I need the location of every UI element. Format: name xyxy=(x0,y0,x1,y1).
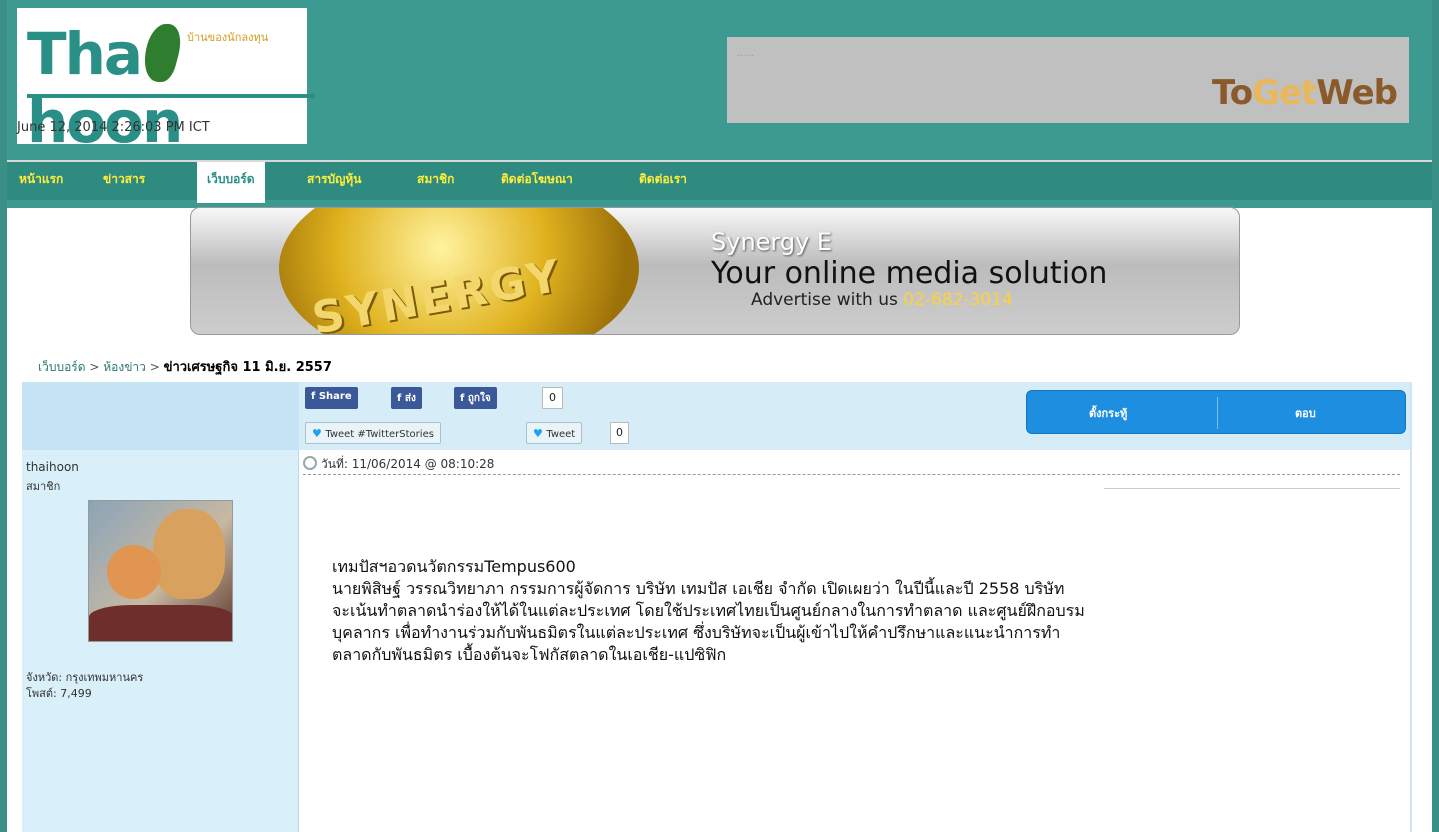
current-datetime: June 12, 2014 2:26:03 PM ICT xyxy=(17,120,210,135)
nav-item-stock-index[interactable]: สารบัญหุ้น xyxy=(307,170,361,189)
nav-item-news[interactable]: ข่าวสาร xyxy=(103,170,145,189)
post-toolbar: f Share f ส่ง f ถูกใจ 0 ♥ Tweet #Twitter… xyxy=(299,382,1410,450)
nav-strip: หน้าแรก ข่าวสาร เว็บบอร์ด สารบัญหุ้น สมา… xyxy=(7,160,1432,203)
leaf-icon xyxy=(137,24,187,82)
logo-tagline: บ้านของนักลงทุน xyxy=(187,31,269,44)
avatar-dog-shape xyxy=(153,509,225,599)
breadcrumb-newsroom-link[interactable]: ห้องข่าว xyxy=(103,360,146,374)
site-header: Thahoon บ้านของนักลงทุน June 12, 2014 2:… xyxy=(7,0,1432,156)
like-count: 0 xyxy=(542,387,563,409)
banner-advertisement[interactable]: SYNERGY Synergy E Your online media solu… xyxy=(190,207,1240,335)
tweet-stories-label: Tweet #TwitterStories xyxy=(325,429,434,440)
breadcrumb-current: ข่าวเศรษฐกิจ 11 มิ.ย. 2557 xyxy=(163,360,332,375)
ad-brand-b: Get xyxy=(1252,73,1317,113)
clock-icon xyxy=(303,456,317,470)
poster-role: สมาชิก xyxy=(26,480,61,493)
avatar-bed-shape xyxy=(89,605,232,641)
nav-item-contact[interactable]: ติดต่อเรา xyxy=(639,170,687,189)
avatar-cat-shape xyxy=(107,545,161,599)
tweet-count: 0 xyxy=(610,422,629,444)
facebook-like-button[interactable]: f ถูกใจ xyxy=(454,387,497,409)
breadcrumb-separator: > xyxy=(85,360,104,374)
post-date-text: วันที่: 11/06/2014 @ 08:10:28 xyxy=(321,457,495,471)
post-paragraph-line: จะเน้นทำตลาดนำร่องให้ได้ในแต่ละประเทศ โด… xyxy=(332,601,1085,620)
breadcrumb: เว็บบอร์ด > ห้องข่าว > ข่าวเศรษฐกิจ 11 ม… xyxy=(38,356,332,377)
ad-brand-c: Web xyxy=(1316,73,1398,113)
facebook-icon: f xyxy=(397,393,405,404)
like-label: ถูกใจ xyxy=(467,393,491,404)
facebook-icon: f xyxy=(311,391,319,402)
ad-brand-a: To xyxy=(1212,73,1253,113)
nav-item-home[interactable]: หน้าแรก xyxy=(19,170,63,189)
avatar xyxy=(88,500,233,642)
site-logo[interactable]: Thahoon บ้านของนักลงทุน June 12, 2014 2:… xyxy=(17,8,315,156)
banner-tagline: Your online media solution xyxy=(711,256,1108,291)
top-advertisement[interactable]: ...... ToGetWeb xyxy=(727,37,1409,123)
breadcrumb-webboard-link[interactable]: เว็บบอร์ด xyxy=(38,360,86,374)
poster-username[interactable]: thaihoon xyxy=(26,460,79,474)
nav-item-advertise[interactable]: ติดต่อโฆษณา xyxy=(501,170,573,189)
twitter-bird-icon: ♥ xyxy=(533,427,547,440)
tweet-stories-button[interactable]: ♥ Tweet #TwitterStories xyxy=(305,422,441,444)
facebook-icon: f xyxy=(460,393,468,404)
new-topic-button[interactable]: ตั้งกระทู้ xyxy=(1089,404,1127,422)
content-right-border xyxy=(1410,382,1412,832)
post-paragraph-line: ตลาดกับพันธมิตร เบื้องต้นจะโฟกัสตลาดในเอ… xyxy=(332,645,727,664)
send-label: ส่ง xyxy=(404,393,416,404)
logo-underline xyxy=(27,94,315,98)
nav-item-webboard[interactable]: เว็บบอร์ด xyxy=(197,162,265,203)
post-body: เทมปัสฯอวดนวัตกรรมTempus600 นายพิสิษฐ์ ว… xyxy=(332,556,1392,666)
post-date: วันที่: 11/06/2014 @ 08:10:28 xyxy=(303,455,494,474)
post-divider xyxy=(303,474,1400,475)
page-frame-right xyxy=(1432,0,1439,832)
banner-contact-prefix: Advertise with us xyxy=(751,290,904,310)
post-tools-line xyxy=(1104,488,1400,490)
post-action-bar: ตั้งกระทู้ ตอบ xyxy=(1026,390,1406,434)
facebook-share-button[interactable]: f Share xyxy=(305,387,358,409)
banner-contact: Advertise with us 02-682-3014 xyxy=(751,290,1013,310)
banner-phone: 02-682-3014 xyxy=(903,290,1013,310)
facebook-send-button[interactable]: f ส่ง xyxy=(391,387,422,409)
poster-post-count: โพสต์: 7,499 xyxy=(26,687,92,700)
post-paragraph-line: บุคลากร เพื่อทำงานร่วมกับพันธมิตรในแต่ละ… xyxy=(332,623,1061,642)
post-title: เทมปัสฯอวดนวัตกรรมTempus600 xyxy=(332,557,576,576)
tweet-button[interactable]: ♥ Tweet xyxy=(526,422,583,444)
reply-button[interactable]: ตอบ xyxy=(1295,404,1316,422)
ad-brand: ToGetWeb xyxy=(1212,73,1398,113)
sidebar-header xyxy=(22,382,299,450)
main-navigation: หน้าแรก ข่าวสาร เว็บบอร์ด สารบัญหุ้น สมา… xyxy=(7,152,1432,208)
action-divider xyxy=(1217,397,1218,429)
breadcrumb-separator: > xyxy=(145,360,164,374)
tweet-label: Tweet xyxy=(546,429,576,440)
share-label: Share xyxy=(318,391,352,402)
page-frame-left xyxy=(0,0,7,832)
nav-item-members[interactable]: สมาชิก xyxy=(417,170,454,189)
post-paragraph-line: นายพิสิษฐ์ วรรณวิทยาภา กรรมการผู้จัดการ … xyxy=(332,579,1065,598)
poster-sidebar: thaihoon สมาชิก จังหวัด: กรุงเทพมหานคร โ… xyxy=(22,382,299,832)
ad-placeholder-dots: ...... xyxy=(737,49,755,59)
banner-heading: Synergy E xyxy=(711,228,833,256)
logo-text-left: Tha xyxy=(27,20,143,88)
twitter-bird-icon: ♥ xyxy=(312,427,326,440)
